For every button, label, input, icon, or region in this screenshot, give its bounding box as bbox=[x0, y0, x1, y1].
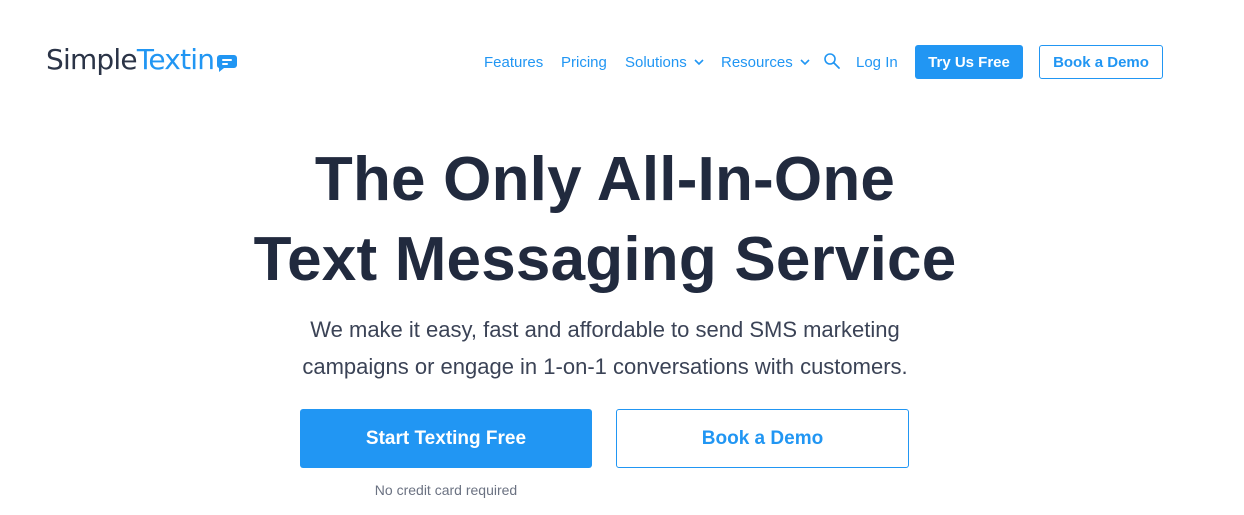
hero-title-line-2: Text Messaging Service bbox=[253, 225, 957, 294]
search-icon[interactable] bbox=[823, 52, 841, 70]
nav-login-link[interactable]: Log In bbox=[856, 45, 898, 79]
chevron-down-icon bbox=[694, 59, 704, 66]
start-texting-free-button[interactable]: Start Texting Free bbox=[300, 409, 592, 468]
hero-subtitle-line-2: campaigns or engage in 1-on-1 conversati… bbox=[302, 354, 908, 379]
book-demo-hero-button[interactable]: Book a Demo bbox=[616, 409, 909, 468]
try-free-button[interactable]: Try Us Free bbox=[915, 45, 1023, 79]
nav-resources-label: Resources bbox=[721, 53, 793, 71]
nav-solutions-label: Solutions bbox=[625, 53, 687, 71]
hero-title: The Only All-In-One Text Messaging Servi… bbox=[0, 140, 1210, 300]
hero-title-line-1: The Only All-In-One bbox=[314, 145, 896, 214]
chevron-down-icon bbox=[800, 59, 810, 66]
no-credit-card-note: No credit card required bbox=[374, 482, 518, 498]
nav-features-link[interactable]: Features bbox=[484, 45, 543, 79]
nav-pricing-link[interactable]: Pricing bbox=[561, 45, 607, 79]
top-navigation: Features Pricing Solutions Resources Log… bbox=[0, 45, 1244, 79]
nav-solutions-dropdown[interactable]: Solutions bbox=[625, 45, 705, 79]
book-demo-nav-button[interactable]: Book a Demo bbox=[1039, 45, 1163, 79]
hero-subtitle-line-1: We make it easy, fast and affordable to … bbox=[310, 317, 900, 342]
hero-subtitle: We make it easy, fast and affordable to … bbox=[0, 311, 1210, 385]
nav-resources-dropdown[interactable]: Resources bbox=[721, 45, 811, 79]
